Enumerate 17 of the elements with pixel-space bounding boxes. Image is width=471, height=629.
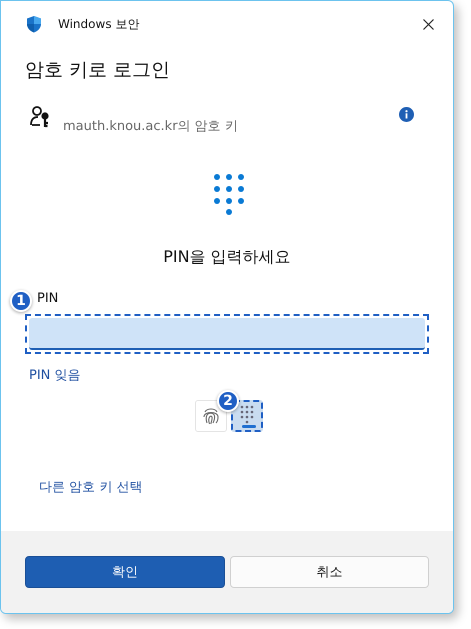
- choose-other-key-link[interactable]: 다른 암호 키 선택: [39, 478, 142, 496]
- keypad-icon: [212, 173, 246, 215]
- pin-field[interactable]: [29, 318, 425, 350]
- cancel-button[interactable]: 취소: [230, 556, 429, 588]
- pin-prompt: PIN을 입력하세요: [162, 247, 292, 268]
- close-icon[interactable]: [423, 18, 434, 30]
- fingerprint-icon: [201, 406, 221, 426]
- window-title: Windows 보안: [58, 16, 140, 32]
- dialog-heading: 암호 키로 로그인: [25, 58, 172, 83]
- ok-button[interactable]: 확인: [25, 556, 224, 588]
- step-badge: 1: [10, 290, 32, 312]
- shield-icon: [26, 15, 42, 33]
- forgot-pin-link[interactable]: PIN 잊음: [29, 366, 81, 384]
- account-label: mauth.knou.ac.kr의 암호 키: [63, 118, 239, 135]
- info-icon[interactable]: [399, 107, 414, 122]
- pin-method-button[interactable]: [231, 400, 263, 432]
- field-label: PIN: [37, 290, 58, 306]
